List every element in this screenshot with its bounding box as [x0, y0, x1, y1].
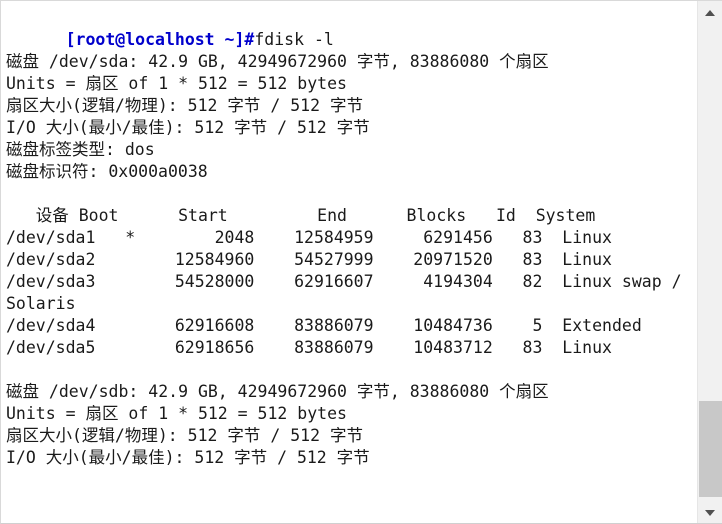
shell-command: fdisk -l: [254, 30, 334, 49]
output-line-sdb-header: 磁盘 /dev/sdb: 42.9 GB, 42949672960 字节, 83…: [6, 382, 549, 401]
command-prompt-line: [root@localhost ~]#fdisk -l: [6, 7, 698, 49]
output-line-sdb-units: Units = 扇区 of 1 * 512 = 512 bytes: [6, 404, 347, 423]
chevron-up-icon: [705, 10, 715, 16]
table-row-sda3: /dev/sda3 54528000 62916607 4194304 82 L…: [6, 272, 682, 291]
terminal-output[interactable]: [root@localhost ~]#fdisk -l 磁盘 /dev/sda:…: [1, 1, 698, 469]
scrollbar-thumb[interactable]: [699, 401, 722, 497]
output-line-sda-label-type: 磁盘标签类型: dos: [6, 140, 155, 159]
vertical-scrollbar[interactable]: [697, 1, 722, 523]
scroll-up-arrow-icon[interactable]: [698, 1, 722, 25]
table-row-sda1: /dev/sda1 * 2048 12584959 6291456 83 Lin…: [6, 228, 612, 247]
output-line-sda-identifier: 磁盘标识符: 0x000a0038: [6, 162, 208, 181]
output-line-sdb-sector-size: 扇区大小(逻辑/物理): 512 字节 / 512 字节: [6, 426, 363, 445]
output-blank-line: [6, 359, 698, 381]
chevron-down-icon: [705, 510, 715, 516]
partition-table-header: 设备 Boot Start End Blocks Id System: [6, 206, 596, 225]
table-row-sda2: /dev/sda2 12584960 54527999 20971520 83 …: [6, 250, 612, 269]
output-line-sda-io-size: I/O 大小(最小/最佳): 512 字节 / 512 字节: [6, 118, 370, 137]
table-row-sda5: /dev/sda5 62918656 83886079 10483712 83 …: [6, 338, 612, 357]
table-row-sda3-wrap: Solaris: [6, 294, 76, 313]
terminal-window: [root@localhost ~]#fdisk -l 磁盘 /dev/sda:…: [0, 0, 722, 524]
table-row-sda4: /dev/sda4 62916608 83886079 10484736 5 E…: [6, 316, 642, 335]
output-line-sda-header: 磁盘 /dev/sda: 42.9 GB, 42949672960 字节, 83…: [6, 52, 549, 71]
scrollbar-track[interactable]: [698, 25, 722, 501]
scroll-down-arrow-icon[interactable]: [698, 501, 722, 523]
output-line-sdb-io-size: I/O 大小(最小/最佳): 512 字节 / 512 字节: [6, 448, 370, 467]
output-line-sda-sector-size: 扇区大小(逻辑/物理): 512 字节 / 512 字节: [6, 96, 363, 115]
shell-prompt: [root@localhost ~]#: [65, 30, 255, 49]
output-line-sda-units: Units = 扇区 of 1 * 512 = 512 bytes: [6, 74, 347, 93]
output-blank-line: [6, 183, 698, 205]
